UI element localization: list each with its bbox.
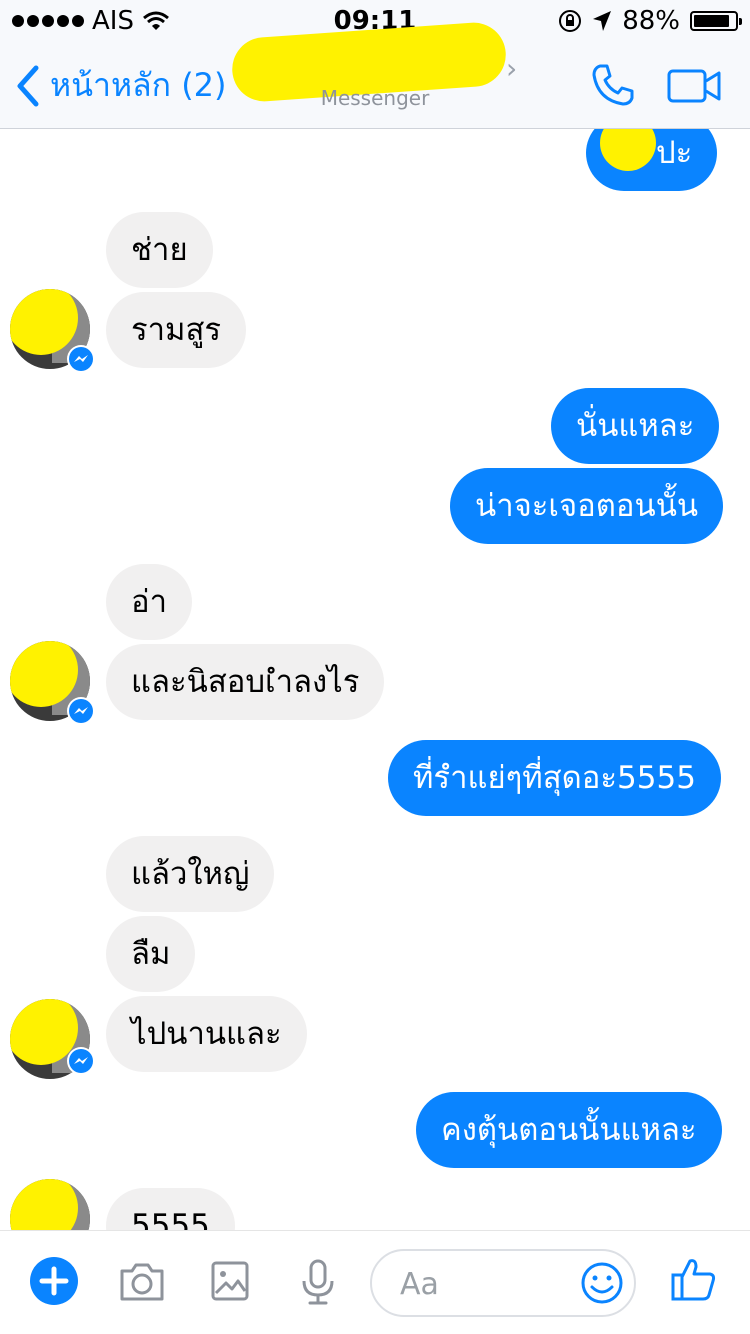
message-bubble[interactable]: ช่าย — [106, 212, 213, 288]
message-bubble[interactable]: คงตุ้นตอนนั้นแหละ — [416, 1092, 722, 1168]
plus-icon — [39, 1266, 69, 1296]
messenger-badge-icon — [67, 345, 95, 373]
rotation-lock-icon — [559, 10, 582, 32]
message-bubble[interactable]: ที่รำแย่ๆที่สุดอะ5555 — [388, 740, 721, 816]
message-input-placeholder: Aa — [400, 1267, 439, 1302]
message-bubble[interactable]: แล้วใหญ่ — [106, 836, 275, 912]
message-thread[interactable]: ปะ ช่าย รามสูร นั่นแหละ น่าจะเจอตอนนั้น … — [0, 129, 750, 1230]
like-icon[interactable] — [670, 1255, 718, 1303]
status-right: 88% — [558, 6, 742, 36]
video-call-icon[interactable] — [666, 66, 722, 106]
message-bubble[interactable]: และนิสอบเำลงไร — [106, 644, 385, 720]
conversation-header: หน้าหลัก (2) › Messenger — [0, 20, 750, 129]
message-bubble[interactable]: อ่า — [106, 564, 193, 640]
gallery-icon[interactable] — [210, 1259, 250, 1303]
battery-percent: 88% — [622, 6, 680, 36]
messenger-badge-icon — [67, 1047, 95, 1075]
more-actions-button[interactable] — [30, 1257, 78, 1305]
message-bubble[interactable]: 5555 — [106, 1188, 235, 1230]
message-bubble[interactable]: รามสูร — [106, 292, 247, 368]
emoji-icon[interactable] — [580, 1261, 624, 1305]
messenger-badge-icon — [67, 697, 95, 725]
contact-avatar[interactable] — [10, 1179, 90, 1230]
composer-bar: Aa — [0, 1230, 750, 1334]
microphone-icon[interactable] — [300, 1259, 336, 1307]
message-input[interactable]: Aa — [370, 1249, 636, 1317]
location-icon — [593, 11, 612, 31]
battery-icon — [690, 11, 742, 31]
chevron-right-icon: › — [506, 52, 518, 85]
message-bubble[interactable]: ไปนานและ — [106, 996, 307, 1072]
phone-call-icon[interactable] — [590, 62, 636, 108]
message-bubble[interactable]: น่าจะเจอตอนนั้น — [450, 468, 724, 544]
camera-icon[interactable] — [118, 1259, 166, 1303]
message-bubble[interactable]: ลืม — [106, 916, 196, 992]
conversation-subtitle: Messenger — [320, 86, 430, 110]
message-bubble[interactable]: นั่นแหละ — [551, 388, 720, 464]
